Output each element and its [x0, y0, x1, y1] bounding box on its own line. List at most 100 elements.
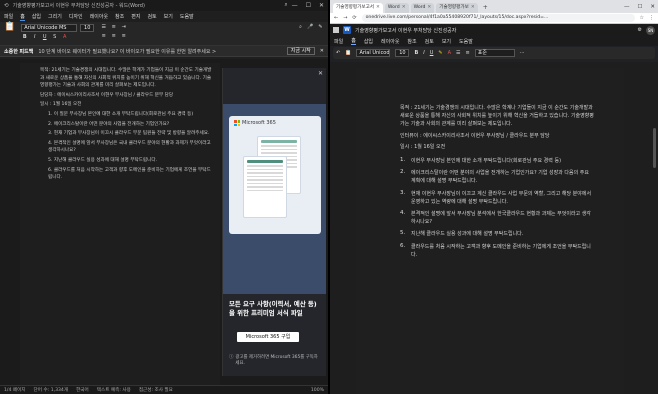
tab-references[interactable]: 참조 — [115, 13, 124, 20]
tab-review[interactable]: 검토 — [425, 38, 434, 45]
minimize-icon[interactable]: — — [624, 1, 630, 13]
ad-brand-label: Microsoft 365 — [242, 120, 276, 126]
maximize-icon[interactable]: ☐ — [306, 2, 311, 9]
close-icon[interactable]: ✕ — [318, 70, 323, 77]
search-icon[interactable]: ⌕ — [284, 2, 287, 9]
word-count[interactable]: 단어 수: 1,334개 — [34, 387, 69, 393]
font-name-box[interactable]: Arial Unicode MS — [21, 24, 78, 32]
bold-icon[interactable]: B — [21, 34, 28, 41]
paste-icon[interactable]: 📋 — [345, 50, 351, 56]
highlight-icon[interactable]: ✎ — [438, 50, 442, 56]
browser-tab[interactable]: Word ✕ — [384, 3, 409, 13]
font-size-box[interactable]: 10 — [80, 24, 95, 32]
page-count[interactable]: 1/4 페이지 — [4, 387, 26, 393]
gear-icon[interactable]: ⚙ — [638, 27, 642, 33]
align-icon[interactable]: ≡ — [466, 50, 470, 56]
ad-note-text[interactable]: 광고를 제거하려면 Microsoft 365를 구독하세요. — [235, 354, 321, 366]
scrollbar[interactable] — [653, 128, 656, 168]
tab-review[interactable]: 검토 — [147, 13, 156, 20]
back-icon[interactable]: ← — [334, 15, 338, 21]
autosave-icon[interactable]: ⟲ — [4, 3, 9, 9]
language[interactable]: 한국어 — [76, 387, 89, 393]
indent-icon[interactable]: ⇥ — [120, 24, 127, 31]
title-bar: ⟲ 기술영향평가보고서 이현우 부처담당 신진성공자 - 워드(Word) ⌕ … — [0, 0, 328, 11]
tab-file[interactable]: 파일 — [334, 38, 343, 45]
browser-tab[interactable]: Word ✕ — [410, 3, 435, 13]
align-center-icon[interactable]: ≡ — [110, 33, 117, 40]
font-size-box[interactable]: 10 — [395, 49, 410, 57]
bullets-icon[interactable]: ☰ — [100, 24, 107, 31]
minimize-icon[interactable]: — — [292, 2, 298, 9]
maximize-icon[interactable]: ☐ — [637, 1, 642, 13]
reload-icon[interactable]: ⟳ — [352, 15, 356, 21]
strike-icon[interactable]: S — [51, 34, 58, 41]
underline-icon[interactable]: U — [41, 34, 48, 41]
avatar[interactable]: SN — [646, 25, 655, 35]
close-icon[interactable]: ✕ — [650, 1, 655, 13]
ribbon-tabs: 파일 홈 삽입 그리기 디자인 레이아웃 참조 편지 검토 보기 도움말 — [0, 11, 328, 22]
list-item: 5. 지난해 클라우드 실용 성과에 대해 설명 부탁드립니다. — [400, 230, 524, 238]
close-icon: ✕ — [427, 5, 432, 10]
app-launcher-icon[interactable] — [333, 27, 339, 33]
word-logo-icon: W — [343, 26, 351, 34]
tab-insert[interactable]: 삽입 — [32, 13, 41, 20]
style-box[interactable]: 표준 — [474, 49, 515, 57]
tab-layout[interactable]: 레이아웃 — [90, 13, 108, 20]
tab-mailings[interactable]: 편지 — [131, 13, 140, 20]
tab-insert[interactable]: 삽입 — [364, 38, 373, 45]
bold-icon[interactable]: B — [414, 50, 418, 56]
feedback-infobar: 소중한 피드백 10 단계 바이오 웨이터가 필요했나요? 이 바이오가 필요한… — [0, 46, 328, 57]
document-title[interactable]: 기술영향평가보고서 이현우 부처담당 신진성공자 — [355, 27, 634, 34]
bullets-icon[interactable]: ☰ — [456, 50, 460, 56]
font-name-box[interactable]: Arial Unicod... — [356, 49, 391, 57]
forward-icon[interactable]: → — [343, 15, 347, 21]
italic-icon[interactable]: I — [31, 34, 38, 41]
list-item: 4. 본격적인 설명에 앞서 부사장님 분석에서 한국클라우드 현황과 과제는 무… — [400, 210, 591, 226]
tab-help[interactable]: 도움말 — [459, 38, 473, 45]
tab-home[interactable]: 홈 — [351, 37, 356, 45]
document-page[interactable]: 목적 : 21세기는 기술경쟁의 시대입니다. 수많은 학계나 기업들이 지금 … — [356, 68, 624, 394]
find-icon[interactable]: ⌕ — [297, 24, 304, 31]
word-online-header: W 기술영향평가보고서 이현우 부처담당 신진성공자 ⚙ SN — [330, 24, 658, 36]
tab-view[interactable]: 보기 — [442, 38, 451, 45]
undo-icon[interactable]: ↶ — [336, 50, 340, 56]
document-page[interactable]: 목적: 21세기는 기술경쟁의 시대입니다. 수많은 학계가 기업들이 지금 이… — [20, 63, 220, 385]
tab-file[interactable]: 파일 — [4, 13, 13, 20]
close-icon[interactable]: ✕ — [320, 48, 324, 54]
tab-view[interactable]: 보기 — [164, 13, 173, 20]
align-left-icon[interactable]: ≡ — [100, 33, 107, 40]
new-tab-icon[interactable]: + — [480, 3, 491, 13]
browser-tab[interactable]: 기술영향평가보고서 ✕ — [333, 3, 383, 13]
tab-design[interactable]: 디자인 — [69, 13, 83, 20]
tab-references[interactable]: 참조 — [407, 38, 416, 45]
zoom-level[interactable]: 100% — [311, 388, 324, 393]
paste-icon[interactable]: 📋 — [4, 23, 15, 32]
accessibility[interactable]: 접근성: 조사 필요 — [139, 387, 173, 393]
italic-icon[interactable]: I — [423, 50, 424, 56]
text-predictions[interactable]: 텍스트 예측: 사용 — [97, 387, 131, 393]
font-color-icon[interactable]: A — [448, 50, 451, 56]
tab-layout[interactable]: 레이아웃 — [381, 38, 399, 45]
editor-icon[interactable]: ✎ — [317, 24, 324, 31]
dictate-icon[interactable]: 🎤 — [307, 24, 314, 31]
underline-icon[interactable]: U — [430, 50, 434, 56]
tab-draw[interactable]: 그리기 — [48, 13, 62, 20]
ad-headline: 모든 요구 사항(이력서, 예산 등)을 위한 프리미엄 서식 파일 — [229, 300, 317, 317]
numbering-icon[interactable]: ≡ — [110, 24, 117, 31]
more-icon[interactable]: ⋯ — [520, 50, 525, 56]
tab-help[interactable]: 도움말 — [180, 13, 194, 20]
close-icon: ✕ — [401, 5, 406, 10]
browser-tabs: 기술영향평가보고서 ✕ Word ✕ Word ✕ 기술영향평가보 ✕ + — ☐ ✕ — [330, 0, 658, 13]
infobar-button[interactable]: 지금 시작 — [286, 47, 315, 55]
tab-home[interactable]: 홈 — [20, 13, 25, 21]
url-input[interactable]: onedrive.live.com/personal/4f1a0a5540892… — [361, 14, 635, 22]
document-area[interactable]: 목적 : 21세기는 기술경쟁의 시대입니다. 수많은 학계나 기업들이 지금 … — [330, 62, 658, 394]
menu-icon[interactable]: ⋮ — [649, 15, 654, 21]
align-right-icon[interactable]: ≡ — [120, 33, 127, 40]
paragraph: 4. 본격적인 설명에 앞서 부사장님은 국내 클라우드 분야의 현황과 과제가… — [48, 140, 211, 154]
browser-tab[interactable]: 기술영향평가보 ✕ — [436, 3, 478, 13]
font-color-icon[interactable]: A — [61, 34, 68, 41]
star-icon[interactable]: ☆ — [640, 15, 644, 21]
buy-microsoft365-button[interactable]: Microsoft 365 구입 — [237, 332, 299, 342]
close-icon[interactable]: ✕ — [319, 2, 324, 9]
